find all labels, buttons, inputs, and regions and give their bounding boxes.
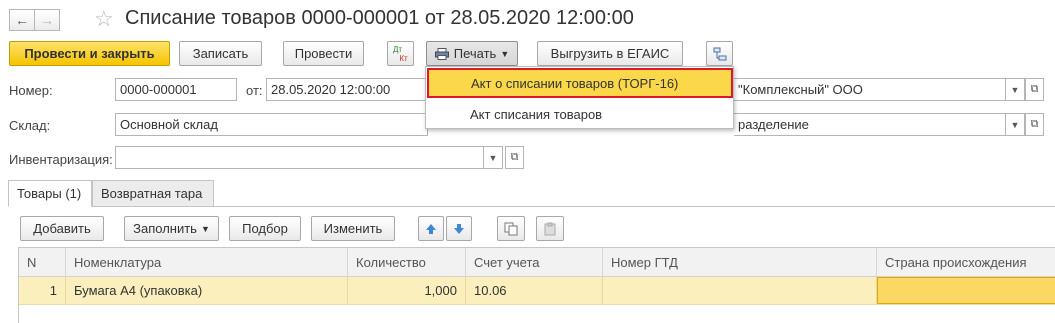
number-label: Номер: (9, 83, 53, 98)
number-field[interactable]: 0000-000001 (115, 78, 237, 101)
column-header-gtd[interactable]: Номер ГТД (603, 248, 877, 277)
tab-goods[interactable]: Товары (1) (8, 180, 92, 207)
table-header: N Номенклатура Количество Счет учета Ном… (19, 248, 1055, 277)
column-header-country[interactable]: Страна происхождения (877, 248, 1055, 277)
organization-open-icon[interactable]: ⧉ (1025, 78, 1044, 101)
cell-item[interactable]: Бумага А4 (упаковка) (66, 277, 348, 304)
inventory-open-icon[interactable]: ⧉ (505, 146, 524, 169)
paste-button[interactable] (536, 216, 564, 241)
cell-gtd[interactable] (603, 277, 877, 304)
print-label: Печать (453, 46, 497, 61)
cell-country[interactable] (877, 277, 1055, 304)
print-menu-item-writeoff-act[interactable]: Акт списания товаров (426, 99, 733, 129)
fill-button[interactable]: Заполнить ▼ (124, 216, 219, 241)
chevron-down-icon: ▼ (500, 48, 510, 59)
copy-button[interactable] (497, 216, 525, 241)
date-label: от: (246, 83, 263, 98)
print-button[interactable]: Печать ▼ (426, 41, 518, 66)
arrow-right-icon: → (40, 12, 54, 28)
organization-dropdown-icon[interactable]: ▼ (1006, 78, 1025, 101)
cell-n[interactable]: 1 (19, 277, 66, 304)
change-button[interactable]: Изменить (311, 216, 395, 241)
back-button[interactable]: ← (9, 9, 35, 31)
arrow-up-icon (426, 223, 436, 234)
favorite-star-icon[interactable]: ☆ (94, 6, 114, 32)
subdivision-dropdown-icon[interactable]: ▼ (1006, 113, 1025, 136)
subdivision-field[interactable]: разделение (734, 113, 1006, 136)
move-down-button[interactable] (446, 216, 472, 241)
export-egais-button[interactable]: Выгрузить в ЕГАИС (537, 41, 683, 66)
structure-button[interactable] (706, 41, 733, 66)
arrow-left-icon: ← (15, 12, 29, 28)
organization-field[interactable]: "Комплексный" ООО (734, 78, 1006, 101)
subdivision-open-icon[interactable]: ⧉ (1025, 113, 1044, 136)
column-header-quantity[interactable]: Количество (348, 248, 466, 277)
paste-icon (544, 222, 556, 235)
inventory-field[interactable] (115, 146, 484, 169)
chevron-down-icon: ▼ (200, 223, 210, 234)
inventory-label: Инвентаризация: (9, 152, 113, 167)
print-menu-item-torg16[interactable]: Акт о списании товаров (ТОРГ-16) (427, 68, 733, 98)
goods-table: N Номенклатура Количество Счет учета Ном… (18, 247, 1055, 323)
save-button[interactable]: Записать (179, 41, 262, 66)
add-button[interactable]: Добавить (20, 216, 104, 241)
copy-icon (504, 222, 518, 235)
post-button[interactable]: Провести (283, 41, 364, 66)
dt-kt-button[interactable]: Дт Кт (387, 41, 414, 66)
warehouse-label: Склад: (9, 118, 51, 133)
column-header-item[interactable]: Номенклатура (66, 248, 348, 277)
fill-label: Заполнить (133, 221, 197, 236)
print-menu: Акт о списании товаров (ТОРГ-16) Акт спи… (425, 66, 734, 129)
tab-returnable-packaging[interactable]: Возвратная тара (92, 180, 214, 207)
cell-quantity[interactable]: 1,000 (348, 277, 466, 304)
table-row[interactable]: 1 Бумага А4 (упаковка) 1,000 10.06 (19, 277, 1055, 305)
warehouse-field[interactable]: Основной склад (115, 113, 428, 136)
cell-account[interactable]: 10.06 (466, 277, 603, 304)
tab-divider (8, 206, 1055, 207)
dt-label: Дт (392, 44, 403, 54)
page-title: Списание товаров 0000-000001 от 28.05.20… (125, 7, 634, 29)
structure-icon (713, 47, 726, 60)
column-header-account[interactable]: Счет учета (466, 248, 603, 277)
forward-button[interactable]: → (34, 9, 60, 31)
column-header-n[interactable]: N (19, 248, 66, 277)
kt-label: Кт (399, 53, 408, 63)
post-and-close-button[interactable]: Провести и закрыть (9, 41, 170, 66)
printer-icon (434, 47, 449, 60)
pick-button[interactable]: Подбор (229, 216, 301, 241)
move-up-button[interactable] (418, 216, 444, 241)
arrow-down-icon (454, 223, 464, 234)
inventory-dropdown-icon[interactable]: ▼ (484, 146, 503, 169)
date-field[interactable]: 28.05.2020 12:00:00 (266, 78, 428, 101)
